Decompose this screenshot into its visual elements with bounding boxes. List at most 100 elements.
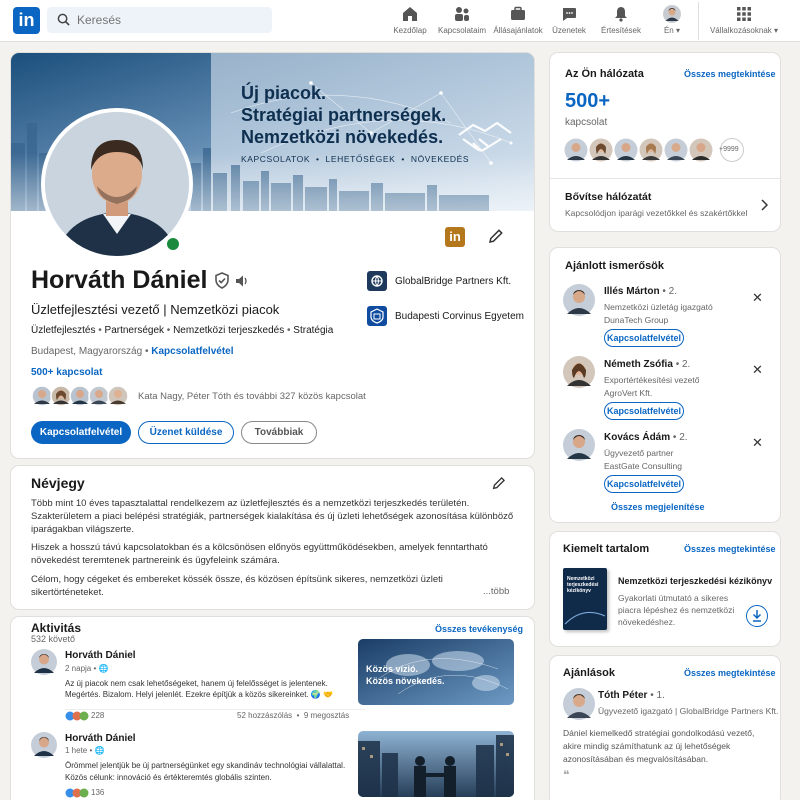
linkedin-badge-icon[interactable]: in: [445, 227, 465, 247]
nav-notifications[interactable]: Értesítések: [593, 5, 649, 35]
suggestion-avatar[interactable]: [563, 284, 595, 316]
post-author-name[interactable]: Horváth Dániel: [65, 733, 136, 744]
suggestion-company: EastGate Consulting: [604, 461, 682, 471]
nav-notifications-label: Értesítések: [600, 26, 641, 35]
reaction-icons[interactable]: [65, 787, 89, 800]
suggestion-name-row[interactable]: Illés Márton • 2.: [604, 286, 677, 297]
divider: [65, 709, 365, 710]
suggestion-name[interactable]: Kovács Ádám: [604, 432, 670, 443]
suggestion-avatar[interactable]: [563, 429, 595, 461]
suggestion-name[interactable]: Illés Márton: [604, 286, 660, 297]
suggestion-name[interactable]: Németh Zsófia: [604, 359, 673, 370]
reactions-count[interactable]: 228: [91, 711, 104, 720]
nav-jobs[interactable]: Állásajánlatok: [490, 5, 546, 35]
suggestions-title: Ajánlott ismerősök: [565, 260, 665, 272]
banner-headline-3: Nemzetközi növekedés.: [241, 127, 444, 147]
post-author-avatar[interactable]: [31, 649, 57, 675]
post-image[interactable]: [358, 731, 514, 797]
suggestions-see-all-link[interactable]: Összes megjelenítése: [611, 502, 705, 512]
connections-count-link[interactable]: 500+ kapcsolat: [31, 367, 102, 378]
suggestion-name-row[interactable]: Kovács Ádám • 2.: [604, 432, 688, 443]
recommendation-text: Dániel kiemelkedő stratégiai gondolkodás…: [563, 728, 755, 764]
post-text: Az új piacok nem csak lehetőségeket, han…: [65, 679, 328, 688]
profile-location: Budapest, Magyarország: [31, 346, 143, 357]
connect-button[interactable]: Kapcsolatfelvétel: [31, 421, 131, 444]
education-school[interactable]: Budapesti Corvinus Egyetem: [395, 311, 524, 322]
nav-network[interactable]: Kapcsolataim: [434, 5, 490, 35]
featured-item-title[interactable]: Nemzetközi terjeszkedési kézikönyv: [618, 576, 772, 586]
mutual-avatars[interactable]: [31, 385, 131, 407]
verified-shield-icon[interactable]: [214, 272, 230, 292]
post-time: 2 napja: [65, 664, 92, 673]
nav-business-label: Vállalkozásoknak: [709, 26, 772, 35]
recommendations-see-all-link[interactable]: Összes megtekintése: [684, 668, 776, 678]
nav-me[interactable]: Én ▾: [644, 5, 700, 35]
connection-degree: • 2.: [662, 286, 677, 297]
nav-network-label: Kapcsolataim: [437, 26, 487, 35]
nav-me-label: Én: [663, 26, 674, 35]
suggestion-connect-button[interactable]: Kapcsolatfelvétel: [604, 329, 684, 347]
jobs-icon: [490, 5, 546, 23]
messaging-icon: [541, 5, 597, 23]
recommender-role: Ügyvezető igazgató | GlobalBridge Partne…: [598, 706, 779, 716]
banner-headline-2: Stratégiai partnerségek.: [241, 105, 447, 125]
current-company[interactable]: GlobalBridge Partners Kft.: [395, 276, 511, 287]
post-text: Örömmel jelentjük be új partnerségünket …: [65, 761, 346, 770]
me-avatar: [644, 5, 700, 23]
featured-item-description: Gyakorlati útmutató a sikeres piacra lép…: [618, 593, 735, 627]
post-meta: 2 napja • 🌐: [65, 664, 109, 673]
recommendations-title: Ajánlások: [563, 667, 615, 679]
post-author-avatar[interactable]: [31, 732, 57, 758]
recommender-avatar[interactable]: [563, 688, 595, 720]
reaction-icons[interactable]: [65, 710, 89, 724]
skill-tag: Nemzetközi terjeszkedés: [173, 325, 285, 336]
message-button[interactable]: Üzenet küldése: [138, 421, 234, 444]
nav-messaging[interactable]: Üzenetek: [541, 5, 597, 35]
company-logo[interactable]: [367, 271, 387, 291]
network-more-badge[interactable]: +9999: [719, 146, 739, 153]
recommender-name-row[interactable]: Tóth Péter • 1.: [598, 690, 665, 701]
connection-degree: • 2.: [675, 359, 691, 370]
pronunciation-speaker-icon[interactable]: [234, 273, 250, 292]
edit-pencil-icon[interactable]: [491, 475, 507, 494]
grow-network-title[interactable]: Bővítse hálózatát: [565, 191, 651, 203]
nav-business[interactable]: Vállalkozásoknak ▾: [707, 5, 781, 35]
book-cover[interactable]: Nemzetközi terjeszkedési kézikönyv: [563, 568, 607, 630]
search-bar[interactable]: [47, 7, 272, 33]
online-status-dot: [164, 235, 182, 253]
dismiss-icon[interactable]: ✕: [752, 290, 763, 306]
network-count[interactable]: 500+: [565, 90, 610, 113]
recommender-name[interactable]: Tóth Péter: [598, 690, 647, 701]
dismiss-icon[interactable]: ✕: [752, 362, 763, 378]
suggestion-name-row[interactable]: Németh Zsófia • 2.: [604, 359, 690, 370]
nav-home[interactable]: Kezdőlap: [382, 5, 438, 35]
post-stats[interactable]: 52 hozzászólás • 9 megosztás: [237, 711, 349, 720]
dismiss-icon[interactable]: ✕: [752, 435, 763, 451]
linkedin-logo[interactable]: in: [13, 7, 40, 34]
suggestion-role: Exportértékesítési vezető: [604, 375, 700, 385]
mutual-connections-text[interactable]: Kata Nagy, Péter Tóth és további 327 köz…: [138, 391, 366, 402]
reactions-count[interactable]: 136: [91, 788, 104, 797]
post-meta: 1 hete • 🌐: [65, 746, 105, 755]
suggestion-connect-button[interactable]: Kapcsolatfelvétel: [604, 402, 684, 420]
suggestion-avatar[interactable]: [563, 356, 595, 388]
all-activity-link[interactable]: Összes tevékenység: [435, 624, 523, 634]
grow-network-subtitle: Kapcsolódjon iparági vezetőkkel és szaké…: [565, 208, 748, 218]
post-author-name[interactable]: Horváth Dániel: [65, 650, 136, 661]
chevron-right-icon[interactable]: [760, 199, 769, 214]
school-logo[interactable]: [367, 306, 387, 326]
download-icon[interactable]: [746, 605, 768, 627]
featured-see-all-link[interactable]: Összes megtekintése: [684, 544, 776, 554]
suggestion-connect-button[interactable]: Kapcsolatfelvétel: [604, 475, 684, 493]
post-image[interactable]: Közös vízió. Közös növekedés.: [358, 639, 514, 705]
network-see-all-link[interactable]: Összes megtekintése: [684, 69, 776, 79]
see-more-link[interactable]: ...több: [483, 586, 509, 597]
contact-info-link[interactable]: Kapcsolatfelvétel: [151, 346, 233, 357]
edit-pencil-icon[interactable]: [487, 227, 505, 248]
network-card: Az Ön hálózata Összes megtekintése 500+ …: [550, 53, 780, 231]
about-title: Névjegy: [31, 475, 85, 491]
more-button[interactable]: Továbbiak: [241, 421, 317, 444]
post-text: Közös célunk: innováció és értékteremtés…: [65, 773, 272, 782]
home-icon: [382, 5, 438, 23]
search-input[interactable]: [77, 7, 262, 33]
